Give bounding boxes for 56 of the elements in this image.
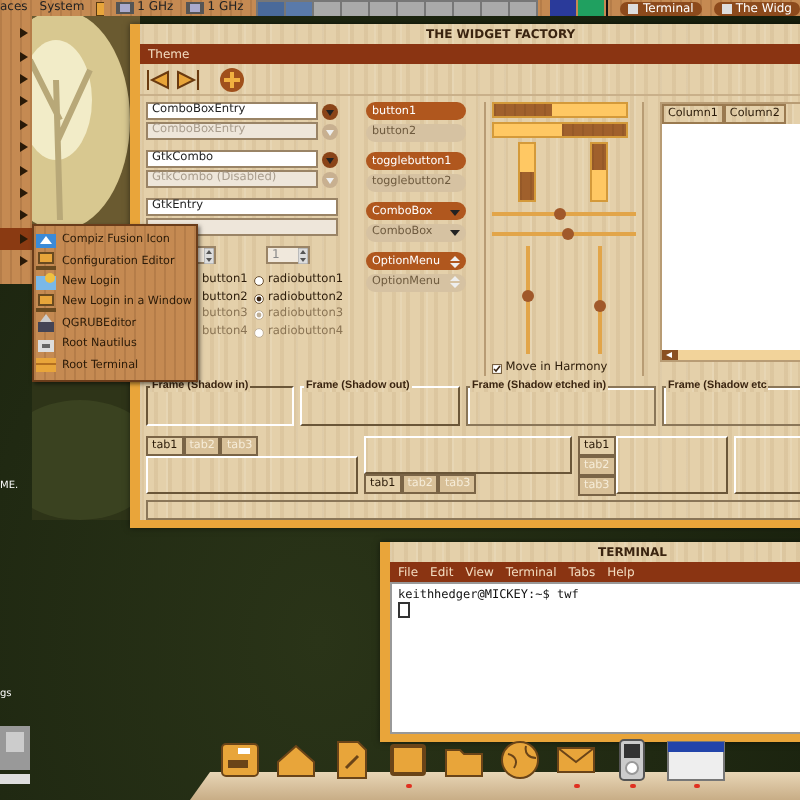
slider-thumb[interactable] — [593, 299, 606, 312]
running-indicator — [573, 784, 579, 788]
cpu-icon — [185, 2, 204, 14]
computer-icon — [36, 252, 56, 271]
spin-arrows-icon[interactable] — [298, 247, 308, 264]
running-indicator — [629, 784, 635, 788]
grub-icon — [36, 314, 56, 333]
submenu-arrow-icon — [20, 119, 28, 130]
add-icon[interactable] — [218, 67, 246, 92]
workspace-switcher[interactable] — [255, 0, 538, 16]
slider-thumb[interactable] — [562, 228, 574, 241]
display-icon[interactable] — [386, 738, 430, 782]
slider[interactable] — [597, 246, 602, 355]
slider[interactable] — [525, 246, 530, 355]
spin-arrows-icon[interactable] — [204, 247, 214, 264]
file-manager-icon — [36, 335, 56, 354]
slider[interactable] — [491, 232, 636, 237]
window-icon — [628, 3, 639, 13]
submenu-arrow-icon — [20, 256, 28, 267]
submenu-arrow-icon — [20, 96, 28, 107]
submenu-arrow-icon — [20, 210, 28, 221]
compiz-icon — [36, 231, 56, 250]
running-indicator — [693, 784, 699, 788]
cursor — [398, 602, 410, 618]
submenu-arrow-icon — [20, 142, 28, 153]
slider-thumb[interactable] — [521, 290, 534, 303]
drawer-icon[interactable] — [218, 738, 262, 782]
tab-panel — [615, 436, 728, 495]
tab-panel — [734, 436, 800, 495]
image-file-icon[interactable] — [0, 726, 32, 786]
menu-row[interactable] — [0, 227, 32, 250]
scroll-left-icon[interactable] — [661, 350, 678, 361]
launcher-icon[interactable] — [96, 1, 104, 15]
cpu-icon — [115, 2, 134, 14]
terminal-icon — [36, 356, 56, 375]
dropdown-icon[interactable] — [322, 103, 338, 120]
globe-icon[interactable] — [498, 738, 542, 782]
login-icon — [36, 272, 56, 291]
slider[interactable] — [491, 212, 636, 217]
first-icon[interactable] — [146, 67, 170, 92]
dropdown-icon[interactable] — [322, 151, 338, 168]
submenu-arrow-icon — [20, 28, 28, 39]
scrollbar[interactable] — [661, 350, 800, 361]
up-down-icon — [450, 255, 460, 268]
radio-icon[interactable] — [254, 276, 264, 287]
computer-icon — [36, 293, 56, 312]
last-icon[interactable] — [176, 67, 200, 92]
window-icon[interactable] — [666, 738, 726, 782]
submenu-arrow-icon — [20, 233, 28, 244]
radio-icon[interactable] — [254, 293, 264, 304]
up-down-icon — [450, 276, 460, 289]
checkbox-icon[interactable] — [491, 364, 502, 375]
window-icon — [721, 3, 732, 13]
slider-thumb[interactable] — [553, 208, 566, 221]
running-indicator — [405, 784, 411, 788]
system-monitor-graph — [549, 0, 609, 16]
